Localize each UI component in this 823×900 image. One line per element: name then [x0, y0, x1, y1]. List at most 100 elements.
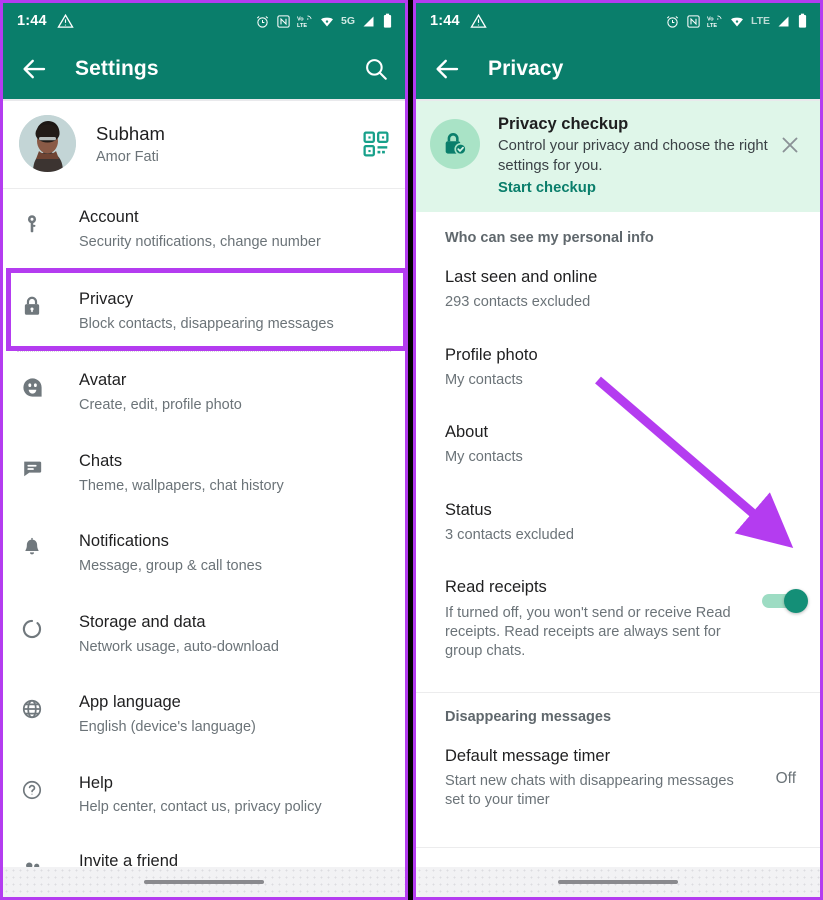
section-header-disappearing-messages: Disappearing messages	[445, 708, 612, 725]
sidebar-item-storage-and-data[interactable]: Storage and data Network usage, auto-dow…	[3, 594, 405, 674]
alarm-icon	[666, 15, 679, 28]
profile-name: Subham	[96, 122, 165, 144]
right-phone-privacy-screen: 1:44 Vo LTE LTE Privacy Privacy checkup …	[413, 0, 823, 900]
sidebar-item-label: Privacy	[79, 290, 134, 309]
row-title: Default message timer	[445, 746, 611, 765]
sidebar-item-label: Notifications	[79, 532, 169, 551]
profile-row[interactable]: Subham Amor Fati	[3, 101, 405, 189]
app-bar-privacy: Privacy	[416, 39, 820, 99]
profile-status: Amor Fati	[96, 149, 159, 166]
row-title: Last seen and online	[445, 268, 598, 287]
arrow-back-icon[interactable]	[432, 54, 462, 84]
sidebar-item-sublabel: Theme, wallpapers, chat history	[79, 477, 284, 494]
network-type-label: LTE	[750, 15, 770, 27]
row-title: Status	[445, 500, 492, 519]
sidebar-item-chats[interactable]: Chats Theme, wallpapers, chat history	[3, 433, 405, 513]
sidebar-item-sublabel: Network usage, auto-download	[79, 638, 279, 655]
sidebar-item-label: Account	[79, 208, 139, 226]
row-title: Read receipts	[445, 578, 547, 597]
privacy-checkup-banner[interactable]: Privacy checkup Control your privacy and…	[416, 101, 820, 213]
row-subtitle: My contacts	[445, 449, 523, 466]
sidebar-item-sublabel: Block contacts, disappearing messages	[79, 316, 334, 333]
sidebar-item-label: Chats	[79, 451, 123, 470]
settings-list: Account Security notifications, change n…	[3, 189, 405, 897]
row-subtitle: Start new chats with disappearing messag…	[445, 772, 734, 809]
privacy-row-read-receipts[interactable]: Read receipts If turned off, you won't s…	[416, 559, 820, 675]
sidebar-item-label: Help	[79, 773, 113, 792]
storage-icon	[19, 616, 45, 642]
signal-icon	[778, 16, 789, 26]
sidebar-item-sublabel: Create, edit, profile photo	[79, 397, 242, 414]
banner-description: Control your privacy and choose the righ…	[498, 138, 768, 174]
status-bar-left: 1:44 Vo LTE 5G	[3, 3, 405, 39]
section-header-personal-info: Who can see my personal info	[445, 230, 654, 247]
row-title: About	[445, 423, 489, 442]
status-bar-right: 1:44 Vo LTE LTE	[416, 3, 820, 39]
row-subtitle: 293 contacts excluded	[445, 294, 591, 311]
wifi-icon	[731, 17, 743, 26]
status-bar-time: 1:44	[430, 13, 460, 29]
app-bar-settings: Settings	[3, 39, 405, 99]
screenshot-stage: 1:44 Vo LTE 5G Settings Subham Amor Fati…	[0, 0, 823, 900]
volte-icon: Vo LTE	[707, 15, 722, 29]
sidebar-item-label: Storage and data	[79, 612, 206, 631]
svg-text:LTE: LTE	[707, 23, 717, 29]
privacy-row-status[interactable]: Status 3 contacts excluded	[416, 482, 820, 560]
row-title: Profile photo	[445, 345, 538, 364]
sidebar-item-avatar[interactable]: Avatar Create, edit, profile photo	[3, 352, 405, 432]
nfc-icon	[687, 14, 700, 28]
left-phone-settings-screen: 1:44 Vo LTE 5G Settings Subham Amor Fati…	[0, 0, 408, 900]
close-icon[interactable]	[778, 133, 802, 157]
sidebar-item-sublabel: English (device's language)	[79, 718, 256, 735]
page-title: Privacy	[488, 57, 564, 80]
signal-icon	[363, 16, 374, 26]
sidebar-item-sublabel: Security notifications, change number	[79, 233, 321, 250]
volte-icon: Vo LTE	[297, 15, 312, 29]
sidebar-item-app-language[interactable]: App language English (device's language)	[3, 674, 405, 754]
banner-title: Privacy checkup	[498, 115, 629, 133]
system-nav-bar-left[interactable]	[3, 867, 405, 897]
sidebar-item-account[interactable]: Account Security notifications, change n…	[3, 189, 405, 269]
privacy-row-last-seen[interactable]: Last seen and online 293 contacts exclud…	[416, 256, 820, 327]
arrow-back-icon[interactable]	[19, 54, 49, 84]
svg-text:Vo: Vo	[707, 16, 714, 22]
toggle-knob	[784, 589, 808, 614]
alarm-icon	[256, 15, 269, 28]
sidebar-item-label: App language	[79, 693, 181, 712]
privacy-row-about[interactable]: About My contacts	[416, 404, 820, 482]
help-icon	[19, 777, 45, 803]
bell-icon	[19, 535, 45, 561]
lock-icon	[19, 293, 45, 319]
row-subtitle: 3 contacts excluded	[445, 527, 574, 543]
start-checkup-link[interactable]: Start checkup	[498, 180, 768, 196]
row-value: Off	[775, 769, 796, 787]
row-subtitle: If turned off, you won't send or receive…	[445, 604, 731, 660]
sidebar-item-sublabel: Help center, contact us, privacy policy	[79, 799, 322, 816]
chat-icon	[19, 455, 45, 481]
sidebar-item-sublabel: Message, group & call tones	[79, 558, 262, 575]
read-receipts-toggle[interactable]	[762, 589, 808, 614]
svg-text:Vo: Vo	[297, 16, 304, 22]
qr-code-icon[interactable]	[363, 130, 389, 157]
warning-triangle-icon	[470, 13, 487, 28]
key-icon	[19, 211, 45, 237]
avatar-icon	[19, 374, 45, 400]
lock-check-icon	[430, 119, 480, 169]
battery-icon	[383, 13, 392, 28]
privacy-row-default-message-timer[interactable]: Default message timer Start new chats wi…	[416, 735, 820, 825]
system-nav-bar-right[interactable]	[416, 867, 820, 897]
sidebar-item-notifications[interactable]: Notifications Message, group & call tone…	[3, 513, 405, 593]
page-title: Settings	[75, 57, 159, 80]
network-type-label: 5G	[340, 15, 355, 27]
search-icon[interactable]	[363, 56, 389, 82]
status-bar-time: 1:44	[17, 13, 47, 29]
row-subtitle: My contacts	[445, 371, 523, 388]
warning-triangle-icon	[57, 13, 74, 28]
privacy-row-profile-photo[interactable]: Profile photo My contacts	[416, 327, 820, 405]
sidebar-item-help[interactable]: Help Help center, contact us, privacy po…	[3, 755, 405, 835]
sidebar-item-privacy[interactable]: Privacy Block contacts, disappearing mes…	[3, 269, 405, 353]
globe-icon	[19, 696, 45, 722]
wifi-icon	[321, 17, 333, 26]
nfc-icon	[277, 14, 290, 28]
avatar[interactable]	[19, 115, 76, 172]
